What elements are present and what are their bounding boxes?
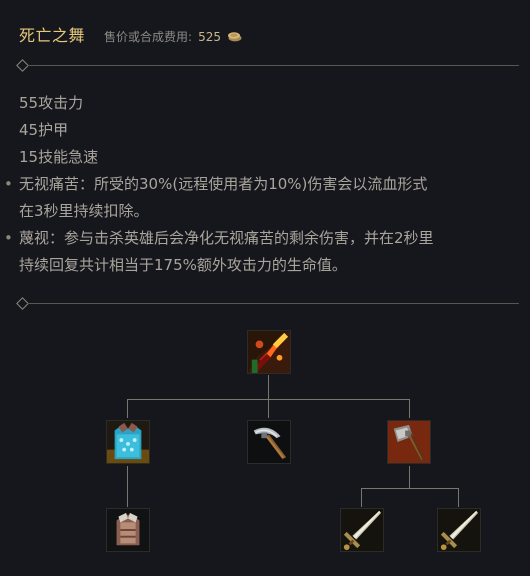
tree-connector (361, 488, 458, 489)
divider-top (16, 59, 519, 72)
long-sword-icon[interactable] (340, 508, 384, 552)
deaths-dance-icon[interactable] (247, 330, 291, 374)
bullet: • (4, 175, 13, 193)
passive-line: 无视痛苦：所受的30%(远程使用者为10%)伤害会以流血形式 (19, 175, 428, 193)
long-sword-icon[interactable] (437, 508, 481, 552)
passive-defy: • 蔑视：参与击杀英雄后会净化无视痛苦的剩余伤害，并在2秒里 持续回复共计相当于… (4, 225, 519, 279)
tree-connector (127, 466, 128, 507)
pickaxe-icon[interactable] (247, 420, 291, 464)
tree-connector (268, 399, 269, 418)
cost-value: 525 (198, 30, 221, 44)
item-header: 死亡之舞 售价或合成费用: 525 (19, 22, 242, 45)
passive-line: 在3秒里持续扣除。 (19, 202, 149, 220)
gold-coin-icon (227, 27, 242, 42)
chain-vest-icon[interactable] (106, 420, 150, 464)
cloth-armor-icon[interactable] (106, 508, 150, 552)
passive-line: 持续回复共计相当于175%额外攻击力的生命值。 (19, 256, 347, 274)
tree-connector (409, 466, 410, 488)
tree-connector (361, 488, 362, 507)
tree-connector (127, 399, 128, 418)
tree-connector (409, 399, 410, 418)
item-name: 死亡之舞 (19, 26, 86, 45)
stat-attack-damage: 55攻击力 (19, 94, 84, 112)
stat-armor: 45护甲 (19, 121, 69, 139)
passive-ignore-pain: • 无视痛苦：所受的30%(远程使用者为10%)伤害会以流血形式 在3秒里持续扣… (4, 171, 519, 225)
passive-line: 蔑视：参与击杀英雄后会净化无视痛苦的剩余伤害，并在2秒里 (19, 229, 434, 247)
bullet: • (4, 229, 13, 247)
tree-connector (458, 488, 459, 507)
caulfields-warhammer-icon[interactable] (387, 420, 431, 464)
stats-list: 55攻击力 45护甲 15技能急速 (19, 90, 98, 171)
cost-label: 售价或合成费用: (104, 30, 193, 44)
passives-list: • 无视痛苦：所受的30%(远程使用者为10%)伤害会以流血形式 在3秒里持续扣… (4, 171, 519, 279)
divider-bottom (16, 297, 519, 310)
tree-connector (268, 375, 269, 399)
stat-ability-haste: 15技能急速 (19, 148, 99, 166)
